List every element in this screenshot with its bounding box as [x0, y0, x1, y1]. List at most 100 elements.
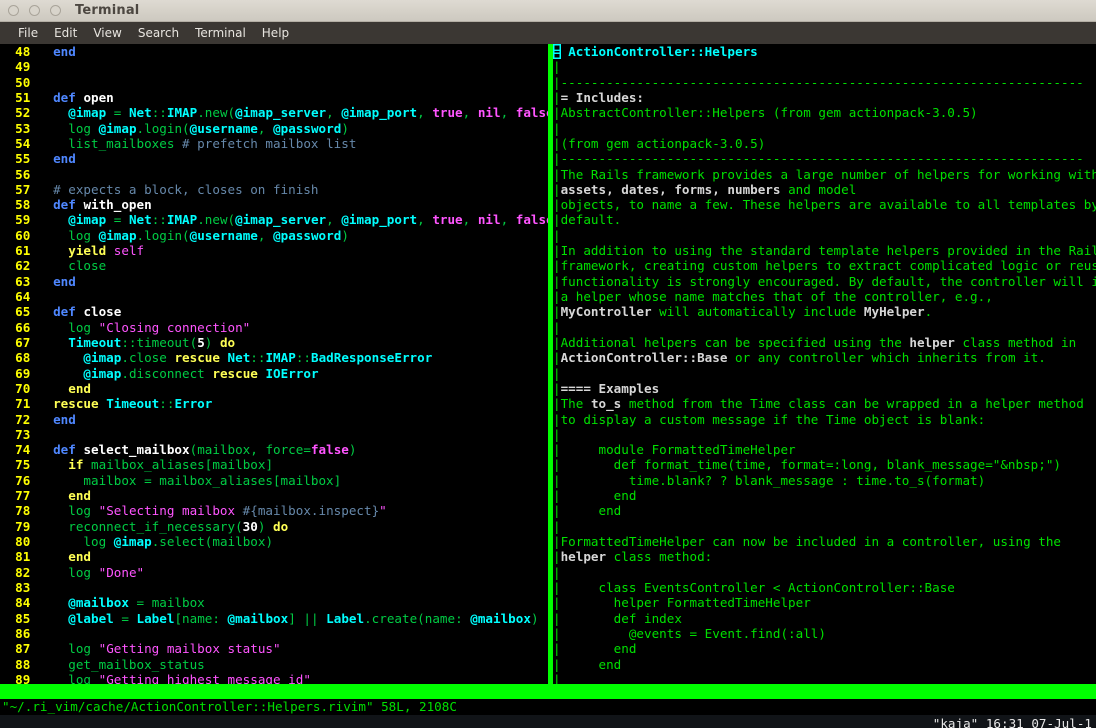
code-token: IMAP — [166, 105, 198, 121]
code-token: do — [219, 334, 236, 350]
code-line: 76 mailbox = mailbox_aliases[mailbox] — [0, 473, 548, 488]
code-line: 73 — [0, 427, 548, 442]
line-number: 71 — [0, 396, 38, 412]
fold-column-marker: | — [553, 411, 561, 427]
doc-token: end — [560, 503, 622, 519]
line-number: 77 — [0, 488, 38, 504]
fold-column-marker: | — [553, 120, 561, 136]
code-token: false — [515, 212, 548, 228]
code-line: 89 log "Getting highest message id" — [0, 672, 548, 684]
menu-help[interactable]: Help — [254, 24, 297, 42]
line-number: 63 — [0, 273, 38, 289]
window-title: Terminal — [75, 3, 140, 18]
code-token: close — [128, 350, 167, 366]
line-number: 76 — [0, 472, 38, 488]
code-token: :: — [151, 212, 167, 228]
code-line: 62 close — [0, 258, 548, 273]
window-titlebar: Terminal — [0, 0, 1096, 22]
fold-column-marker: | — [553, 488, 561, 504]
doc-token: ActionController::Base — [560, 350, 728, 366]
code-line: 49 — [0, 59, 548, 74]
code-token: , — [462, 105, 478, 121]
code-token: disconnect — [128, 365, 205, 381]
code-token: create — [371, 610, 418, 626]
code-line: 86 — [0, 626, 548, 641]
code-token: log — [68, 319, 92, 335]
doc-token: to display a custom message if the Time … — [560, 411, 986, 427]
doc-line: |FormattedTimeHelper can now be included… — [553, 534, 1096, 549]
fold-column-marker: | — [553, 258, 561, 274]
line-number: 58 — [0, 197, 38, 213]
menu-search[interactable]: Search — [130, 24, 187, 42]
menu-terminal[interactable]: Terminal — [187, 24, 254, 42]
code-line: 61 yield self — [0, 243, 548, 258]
code-token: ) — [341, 227, 349, 243]
code-token: select — [159, 534, 205, 549]
code-token: name: — [182, 610, 228, 626]
line-number: 48 — [0, 44, 38, 59]
doc-token: The Rails framework provides a large num… — [560, 166, 1096, 182]
line-number: 89 — [0, 671, 38, 684]
menu-view[interactable]: View — [85, 24, 129, 42]
code-token: log — [68, 641, 92, 657]
code-token: close — [83, 304, 122, 320]
line-number: 69 — [0, 365, 38, 381]
code-token: IMAP — [265, 350, 296, 366]
doc-token: ==== Examples — [560, 380, 660, 396]
code-token: . — [121, 350, 129, 366]
doc-line: |= Includes: — [553, 90, 1096, 105]
code-token: mailbox_aliases — [91, 457, 205, 473]
fold-column-marker: | — [553, 105, 561, 121]
code-token: get_mailbox_status — [68, 656, 205, 672]
minimize-button[interactable] — [8, 5, 19, 16]
code-token: ( — [182, 227, 190, 243]
doc-line: |The Rails framework provides a large nu… — [553, 167, 1096, 182]
tmux-statusbar[interactable]: 0 0:vmail 1:ri_vim- 2:hellenic 3:diary 4… — [0, 715, 1096, 728]
doc-token: helper — [560, 549, 607, 565]
menu-file[interactable]: File — [10, 24, 46, 42]
menu-edit[interactable]: Edit — [46, 24, 85, 42]
vim-pane-source[interactable]: 48 end 49 50 51 def open 52 @imap = Net:… — [0, 44, 548, 684]
close-button[interactable] — [50, 5, 61, 16]
code-token: false — [515, 105, 548, 121]
terminal-screen[interactable]: 48 end 49 50 51 def open 52 @imap = Net:… — [0, 44, 1096, 728]
fold-column-marker: | — [553, 534, 561, 549]
fold-column-marker: | — [553, 518, 561, 534]
code-line: 68 @imap.close rescue Net::IMAP::BadResp… — [0, 350, 548, 365]
fold-column-marker: | — [553, 74, 561, 90]
doc-line: = ActionController::Helpers — [553, 44, 1096, 59]
code-line: 69 @imap.disconnect rescue IOError — [0, 366, 548, 381]
code-token: , — [462, 212, 478, 228]
code-token: ( — [417, 610, 425, 626]
fold-column-marker: | — [553, 610, 561, 626]
code-token: :: — [121, 334, 137, 350]
code-token: IMAP — [166, 212, 198, 228]
fold-column-marker: | — [553, 334, 561, 350]
code-token: ) — [530, 610, 539, 626]
code-token: ) — [348, 442, 357, 458]
vim-pane-ri-doc[interactable]: = ActionController::Helpers | |-----------… — [553, 44, 1096, 684]
doc-line: |AbstractController::Helpers (from gem a… — [553, 105, 1096, 120]
code-token: end — [68, 549, 92, 565]
doc-token: to_s — [590, 396, 622, 412]
code-token: @username — [189, 227, 258, 243]
tmux-host-clock: "kaja" 16:31 07-Jul-1 — [932, 716, 1092, 728]
fold-column-marker: | — [553, 426, 561, 442]
maximize-button[interactable] — [29, 5, 40, 16]
doc-token: or any controller which inherits from it… — [727, 350, 1046, 366]
code-token: nil — [477, 105, 501, 121]
line-number: 54 — [0, 135, 38, 151]
code-token: open — [83, 89, 114, 105]
line-number: 82 — [0, 564, 38, 580]
code-line: 79 reconnect_if_necessary(30) do — [0, 519, 548, 534]
